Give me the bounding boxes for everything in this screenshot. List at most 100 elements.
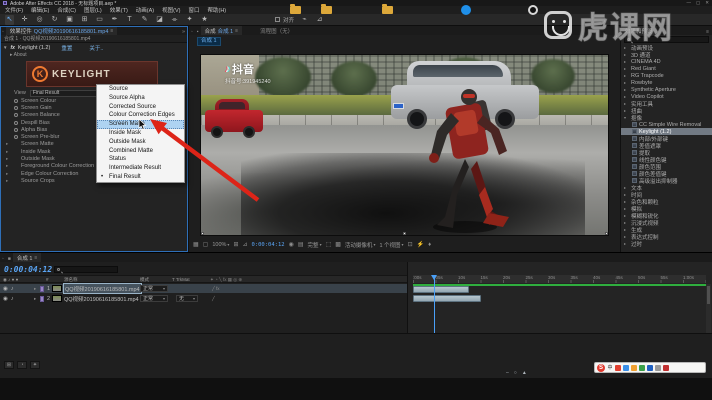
menu-item[interactable]: 动画(A) bbox=[136, 6, 154, 14]
stopwatch-icon[interactable] bbox=[14, 135, 18, 139]
disclosure-triangle-icon[interactable] bbox=[624, 52, 629, 57]
snapshot-icon[interactable]: ◉ bbox=[289, 241, 294, 248]
stopwatch-icon[interactable] bbox=[14, 99, 18, 103]
playhead[interactable] bbox=[434, 275, 435, 333]
disclosure-triangle-icon[interactable] bbox=[624, 73, 629, 78]
disclosure-triangle-icon[interactable] bbox=[624, 192, 629, 197]
menu-option[interactable]: Inside Mask bbox=[97, 129, 184, 138]
panel-menu-icon[interactable]: ≡ bbox=[110, 28, 113, 34]
preview-timecode[interactable]: 0:00:04:12 bbox=[252, 242, 285, 248]
disclosure-triangle-icon[interactable]: ▸ bbox=[6, 178, 11, 184]
disclosure-triangle-icon[interactable]: ▼ bbox=[3, 45, 7, 50]
layer-av-toggles[interactable]: ◉♪ bbox=[3, 294, 14, 303]
about-row[interactable]: ▸ About bbox=[0, 52, 188, 59]
mini-widget-icon[interactable]: – bbox=[506, 370, 509, 376]
effects-tree-item[interactable]: 颜色范围 bbox=[621, 163, 712, 170]
effects-tree-item[interactable]: Red Giant bbox=[621, 65, 712, 72]
tool-icon[interactable]: ★ bbox=[200, 15, 209, 25]
layer-switches[interactable]: ╱ fx bbox=[212, 284, 219, 293]
effects-tree-item[interactable]: 过时 bbox=[621, 240, 712, 247]
menu-option[interactable]: Colour Correction Edges bbox=[97, 111, 184, 120]
tab-composition[interactable]: 合成 合成 1 ≡ bbox=[201, 26, 243, 35]
layer-switches[interactable]: ╱ bbox=[212, 294, 215, 303]
effects-tree-item[interactable]: 杂色和颗粒 bbox=[621, 198, 712, 205]
source-name-header[interactable]: 源名称 bbox=[64, 277, 78, 283]
stopwatch-icon[interactable] bbox=[14, 113, 18, 117]
stopwatch-icon[interactable] bbox=[14, 128, 18, 132]
view-layout-dropdown[interactable]: 1 个视图 ▾ bbox=[379, 241, 403, 249]
tool-icon[interactable]: ↻ bbox=[50, 15, 59, 25]
effects-tree-item[interactable]: Video Copilot bbox=[621, 93, 712, 100]
effects-tree-item[interactable]: 生成 bbox=[621, 226, 712, 233]
tool-icon[interactable]: ⊞ bbox=[80, 15, 89, 25]
layer-handle[interactable] bbox=[403, 232, 406, 235]
menu-item[interactable]: 文件(F) bbox=[5, 6, 23, 14]
search-input[interactable] bbox=[624, 36, 709, 43]
time-ruler[interactable]: :00s 05s 10s 15s 20s 25s 30s 35s 40s bbox=[413, 275, 706, 283]
disclosure-triangle-icon[interactable]: ▸ bbox=[34, 284, 36, 293]
channels-icon[interactable]: ▤ bbox=[298, 241, 304, 248]
menu-item[interactable]: 效果(T) bbox=[110, 6, 128, 14]
layer-name[interactable]: QQ视频20190616185801.mp4 bbox=[64, 294, 139, 303]
tab-effect-controls[interactable]: 效果控件 QQ视频20190616185801.mp4 ≡ bbox=[6, 26, 118, 35]
disclosure-triangle-icon[interactable] bbox=[624, 206, 629, 211]
tool-icon[interactable]: ◎ bbox=[35, 15, 44, 25]
mode-header[interactable]: 模式 bbox=[140, 277, 149, 283]
video-viewport[interactable]: ♪ 抖音 抖音号:391945240 bbox=[200, 54, 609, 236]
fast-preview-icon[interactable]: ⚡ bbox=[417, 241, 424, 248]
timeline-button-icon[interactable]: ♦ bbox=[428, 242, 431, 248]
disclosure-triangle-icon[interactable] bbox=[624, 108, 629, 113]
menu-item[interactable]: 图层(L) bbox=[84, 6, 102, 14]
effects-tree-item[interactable]: Rowbyte bbox=[621, 79, 712, 86]
menu-option[interactable]: Source bbox=[97, 85, 184, 94]
effects-tree-item[interactable]: 表达式控制 bbox=[621, 233, 712, 240]
motion-blur-toggle[interactable]: ◔ bbox=[17, 361, 27, 369]
effects-tree-item[interactable]: 文本 bbox=[621, 184, 712, 191]
effects-tree-item[interactable]: Keylight (1.2) bbox=[621, 128, 712, 135]
input-method-icon[interactable] bbox=[663, 365, 669, 371]
reset-link[interactable]: 重置 bbox=[61, 44, 72, 52]
disclosure-triangle-icon[interactable]: ▸ bbox=[6, 171, 11, 177]
blend-mode-dropdown[interactable]: 正常▾ bbox=[140, 294, 168, 303]
tool-icon[interactable]: T bbox=[125, 15, 134, 25]
tool-icon[interactable]: ▭ bbox=[95, 15, 104, 25]
layer-row[interactable]: ◉♪ ▸ 1 QQ视频20190616185801.mp4 正常▾ ╱ fx bbox=[0, 284, 407, 293]
layer-name[interactable]: QQ视频20190616185801.mp4 bbox=[64, 284, 141, 293]
tool-icon[interactable]: ◪ bbox=[155, 15, 164, 25]
effects-tree-item[interactable]: 沉浸式视频 bbox=[621, 219, 712, 226]
menu-item[interactable]: 编辑(E) bbox=[31, 6, 49, 14]
tool-icon[interactable]: ✦ bbox=[185, 15, 194, 25]
trkmat-dropdown[interactable]: 无▾ bbox=[176, 294, 198, 303]
effects-tree-item[interactable]: 模糊和锐化 bbox=[621, 212, 712, 219]
effects-tree-item[interactable]: 3D 通道 bbox=[621, 51, 712, 58]
disclosure-triangle-icon[interactable] bbox=[624, 66, 629, 71]
resolution-dropdown[interactable]: 完整 ▾ bbox=[308, 241, 322, 249]
disclosure-triangle-icon[interactable] bbox=[624, 94, 629, 99]
input-method-icon[interactable] bbox=[631, 365, 637, 371]
disclosure-triangle-icon[interactable] bbox=[624, 241, 629, 246]
disclosure-triangle-icon[interactable] bbox=[624, 87, 629, 92]
disclosure-triangle-icon[interactable] bbox=[624, 227, 629, 232]
frame-blend-toggle[interactable]: ⊞ bbox=[4, 361, 14, 369]
mask-visibility-icon[interactable]: ⊿ bbox=[242, 241, 247, 248]
camera-dropdown[interactable]: 活动摄像机 ▾ bbox=[345, 241, 376, 249]
effects-tree-item[interactable]: 动画预设 bbox=[621, 44, 712, 51]
transparency-grid-icon[interactable]: ▩ bbox=[335, 241, 341, 248]
menu-option[interactable]: Intermediate Result bbox=[97, 164, 184, 173]
disclosure-triangle-icon[interactable]: ▸ bbox=[6, 156, 11, 162]
input-method-icon[interactable]: 中 bbox=[607, 365, 613, 371]
menu-item[interactable]: 帮助(H) bbox=[207, 6, 226, 14]
effects-tree-item[interactable]: Synthetic Aperture bbox=[621, 86, 712, 93]
layer-handle[interactable] bbox=[201, 232, 204, 235]
menu-option[interactable]: Source Alpha bbox=[97, 94, 184, 103]
menu-item[interactable]: 视图(V) bbox=[162, 6, 180, 14]
layer-label-chip[interactable] bbox=[40, 294, 44, 303]
menu-option[interactable]: Outside Mask bbox=[97, 138, 184, 147]
tab-effects-presets[interactable]: 效果和预设 bbox=[621, 26, 657, 35]
blend-mode-dropdown[interactable]: 正常▾ bbox=[140, 284, 168, 293]
timeline-scrollbar[interactable] bbox=[706, 284, 711, 333]
disclosure-triangle-icon[interactable] bbox=[624, 199, 629, 204]
effects-tree-item[interactable]: 模拟 bbox=[621, 205, 712, 212]
about-link[interactable]: 关于.. bbox=[89, 44, 103, 52]
input-method-icon[interactable] bbox=[655, 365, 661, 371]
